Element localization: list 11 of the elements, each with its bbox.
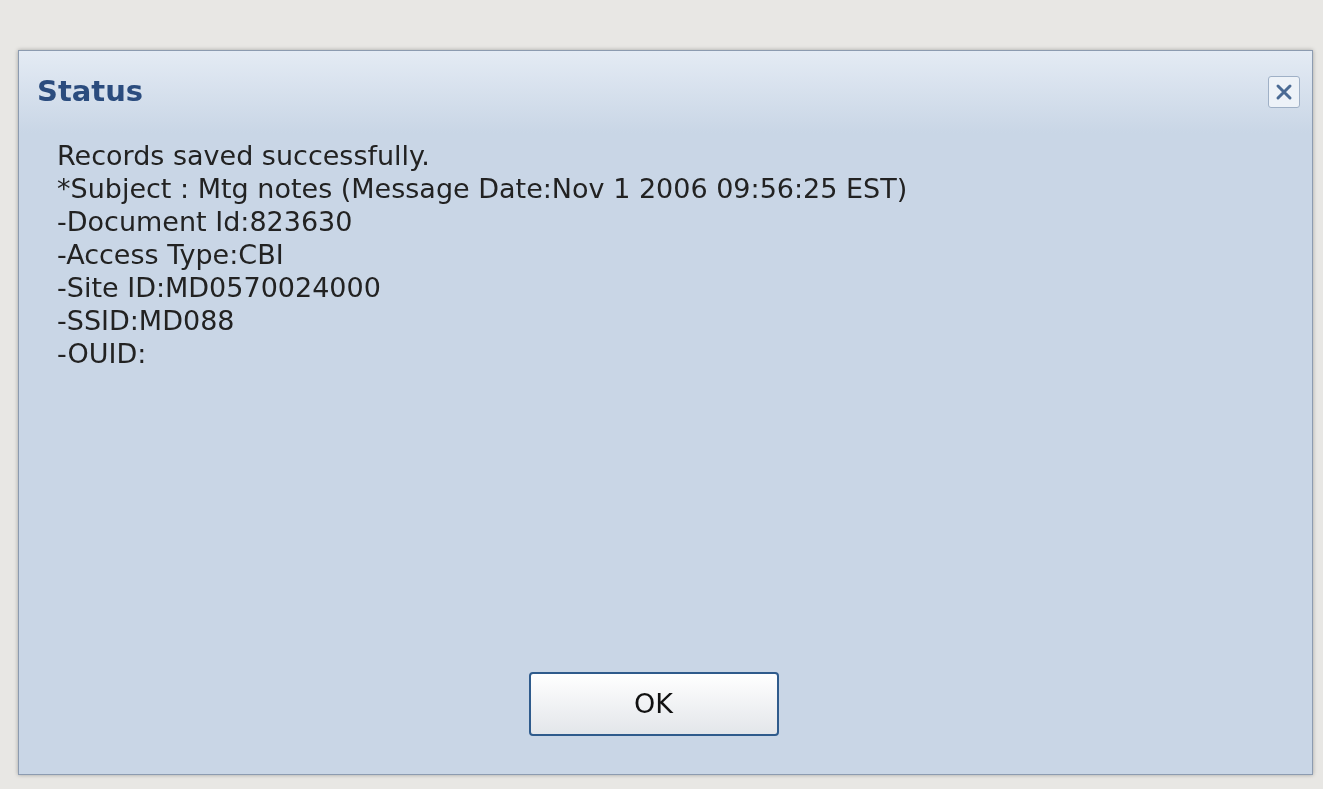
window-title: Status: [37, 73, 144, 111]
ok-button[interactable]: OK: [528, 672, 779, 736]
message-line: Records saved successfully.: [57, 139, 431, 172]
close-icon: [1275, 83, 1293, 101]
message-line: -Site ID:MD0570024000: [57, 271, 382, 304]
message-line: -Document Id:823630: [57, 205, 354, 238]
message-line: -SSID:MD088: [57, 304, 236, 337]
close-button[interactable]: [1268, 76, 1300, 108]
message-line: -OUID:: [57, 337, 148, 370]
message-line: *Subject : Mtg notes (Message Date:Nov 1 2006 09:56:25 EST): [57, 172, 909, 205]
message-line: -Access Type:CBI: [57, 238, 285, 271]
